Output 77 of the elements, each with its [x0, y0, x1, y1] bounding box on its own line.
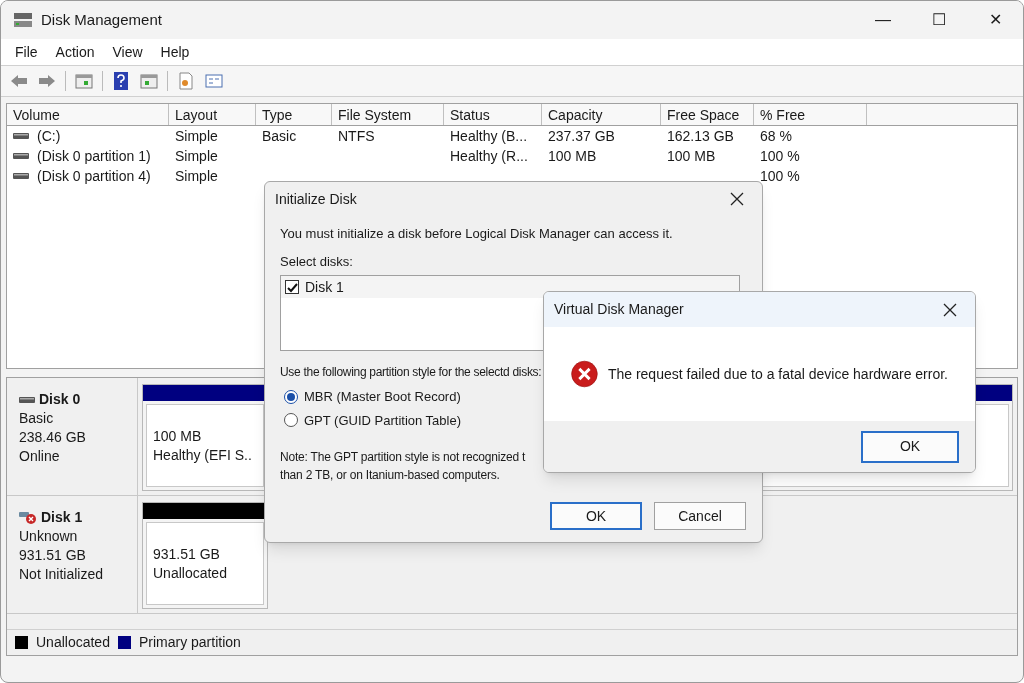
disk-detail: Online	[19, 447, 61, 466]
partition-status: Healthy (EFI S..	[153, 445, 253, 465]
note-text: Note: The GPT partition style is not recognized t than 2 TB, or on Itanium-based computers.	[280, 449, 526, 484]
partition-size: 931.51 GB	[153, 544, 221, 564]
dialog-title: Initialize Disk	[275, 189, 357, 209]
column-header[interactable]: Free Space	[661, 104, 754, 125]
table-cell-text: 162.13 GB	[667, 126, 734, 146]
disk-detail: 931.51 GB	[19, 546, 87, 565]
disk-management-icon	[13, 11, 33, 29]
drive-icon	[13, 152, 29, 160]
partition-size: 100 MB	[153, 426, 203, 446]
close-icon[interactable]	[943, 302, 957, 317]
column-header[interactable]: Layout	[169, 104, 256, 125]
partition-block[interactable]: 931.51 GB Unallocated	[142, 502, 268, 609]
disk-detail: 238.46 GB	[19, 428, 87, 447]
column-header[interactable]: File System	[332, 104, 444, 125]
minimize-button[interactable]: —	[855, 1, 911, 39]
drive-icon	[13, 132, 29, 140]
close-button[interactable]: ✕	[967, 1, 1023, 39]
partition-style-label: Use the following partition style for the selectd disks:	[280, 364, 542, 381]
table-cell-text: Simple	[175, 146, 218, 166]
dialog-button[interactable]: OK	[861, 430, 959, 463]
help-icon[interactable]	[111, 71, 131, 91]
legend-label: Unallocated	[36, 633, 110, 652]
radio-label: GPT (GUID Partition Table)	[304, 411, 461, 430]
volume-row[interactable]: (Disk 0 partition 1) Simple Healthy (R... 100 MB 100 MB 100 %	[7, 146, 1017, 166]
column-header[interactable]: % Free	[754, 104, 867, 125]
radio-button[interactable]	[284, 413, 298, 428]
table-cell-text: Healthy (R...	[450, 146, 528, 166]
disk-name: Disk 1	[41, 508, 83, 527]
table-cell-text: 100 %	[760, 166, 800, 186]
table-cell-text: 237.37 GB	[548, 126, 615, 146]
panel-icon[interactable]	[139, 71, 159, 91]
dialog-button[interactable]: Cancel	[654, 502, 746, 530]
table-cell-text: Basic	[262, 126, 297, 146]
disk-detail: Unknown	[19, 527, 79, 546]
volume-row[interactable]: (Disk 0 partition 4) Simple 100 %	[7, 166, 1017, 186]
window-title: Disk Management	[41, 9, 162, 30]
menu-item[interactable]: Action	[47, 41, 103, 63]
legend-label: Primary partition	[138, 633, 241, 652]
menu-item[interactable]: Help	[152, 41, 198, 63]
error-message: The request failed due to a fatal device hardware error.	[607, 364, 948, 384]
select-disks-label: Select disks:	[280, 252, 354, 271]
volume-row[interactable]: (C:) Simple Basic NTFS Healthy (B... 237.37 GB 162.13 GB 68 %	[7, 126, 1017, 146]
checkbox[interactable]	[285, 280, 299, 294]
disk-detail: Basic	[19, 409, 55, 428]
table-cell-text: Simple	[175, 126, 218, 146]
column-header[interactable]: Capacity	[542, 104, 661, 125]
table-cell-text: 100 MB	[548, 146, 597, 166]
table-cell-text: NTFS	[338, 126, 375, 146]
maximize-button[interactable]: ☐	[911, 1, 967, 39]
column-header[interactable]: Volume	[7, 104, 169, 125]
table-cell-text: Simple	[175, 166, 218, 186]
drive-icon	[13, 172, 29, 180]
dialog-button[interactable]: OK	[550, 502, 642, 530]
column-header[interactable]: Type	[256, 104, 332, 125]
column-header[interactable]: Status	[444, 104, 542, 125]
menu-item[interactable]: File	[7, 41, 46, 63]
partition-status: Unallocated	[153, 563, 228, 583]
table-cell-text: 100 %	[760, 146, 800, 166]
table-cell-text: 100 MB	[667, 146, 716, 166]
document-icon[interactable]	[176, 71, 196, 91]
table-cell-text: Healthy (B...	[450, 126, 528, 146]
radio-button[interactable]	[284, 389, 298, 404]
disk-name: Disk 0	[39, 390, 81, 409]
radio-label: MBR (Master Boot Record)	[304, 388, 461, 406]
close-icon[interactable]	[730, 192, 744, 206]
dialog-title: Virtual Disk Manager	[554, 300, 684, 319]
panel-icon[interactable]	[74, 71, 94, 91]
table-cell-text: 68 %	[760, 126, 792, 146]
disk-label: Disk 1	[305, 277, 344, 297]
dialog-message: You must initialize a disk before Logical Disk Manager can access it.	[280, 225, 674, 243]
disk-detail: Not Initialized	[19, 565, 105, 584]
table-cell-text: (Disk 0 partition 4)	[37, 166, 151, 186]
table-cell-text: (Disk 0 partition 1)	[37, 146, 151, 166]
table-cell-text: (C:)	[37, 126, 61, 146]
menu-item[interactable]: View	[104, 41, 151, 63]
